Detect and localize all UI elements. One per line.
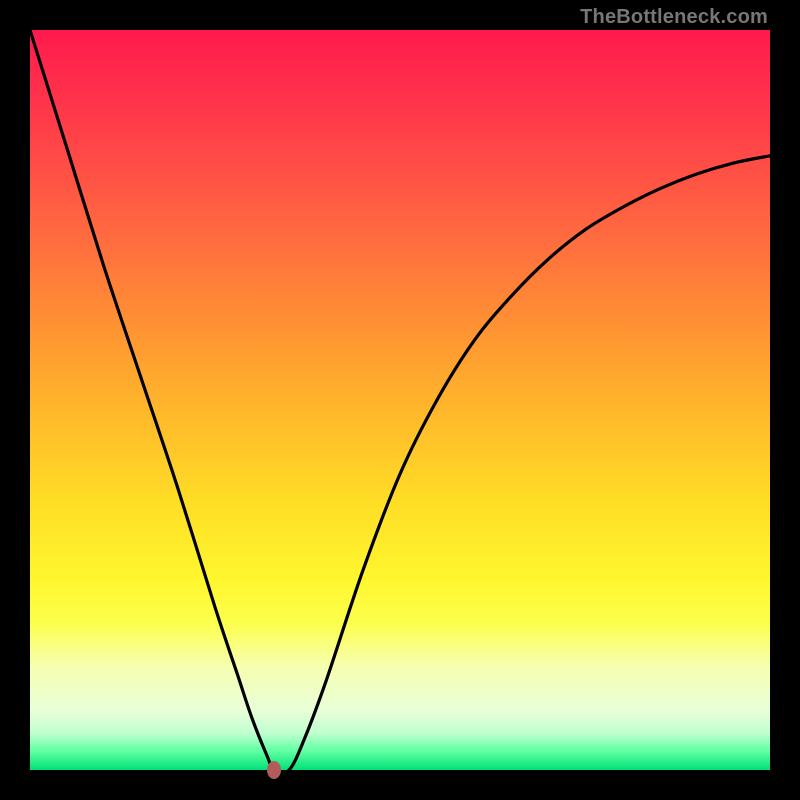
bottleneck-curve — [30, 30, 770, 770]
curve-svg — [30, 30, 770, 770]
optimum-marker — [267, 761, 281, 779]
plot-area — [30, 30, 770, 770]
watermark-text: TheBottleneck.com — [580, 6, 768, 29]
chart-container: TheBottleneck.com — [0, 0, 800, 800]
